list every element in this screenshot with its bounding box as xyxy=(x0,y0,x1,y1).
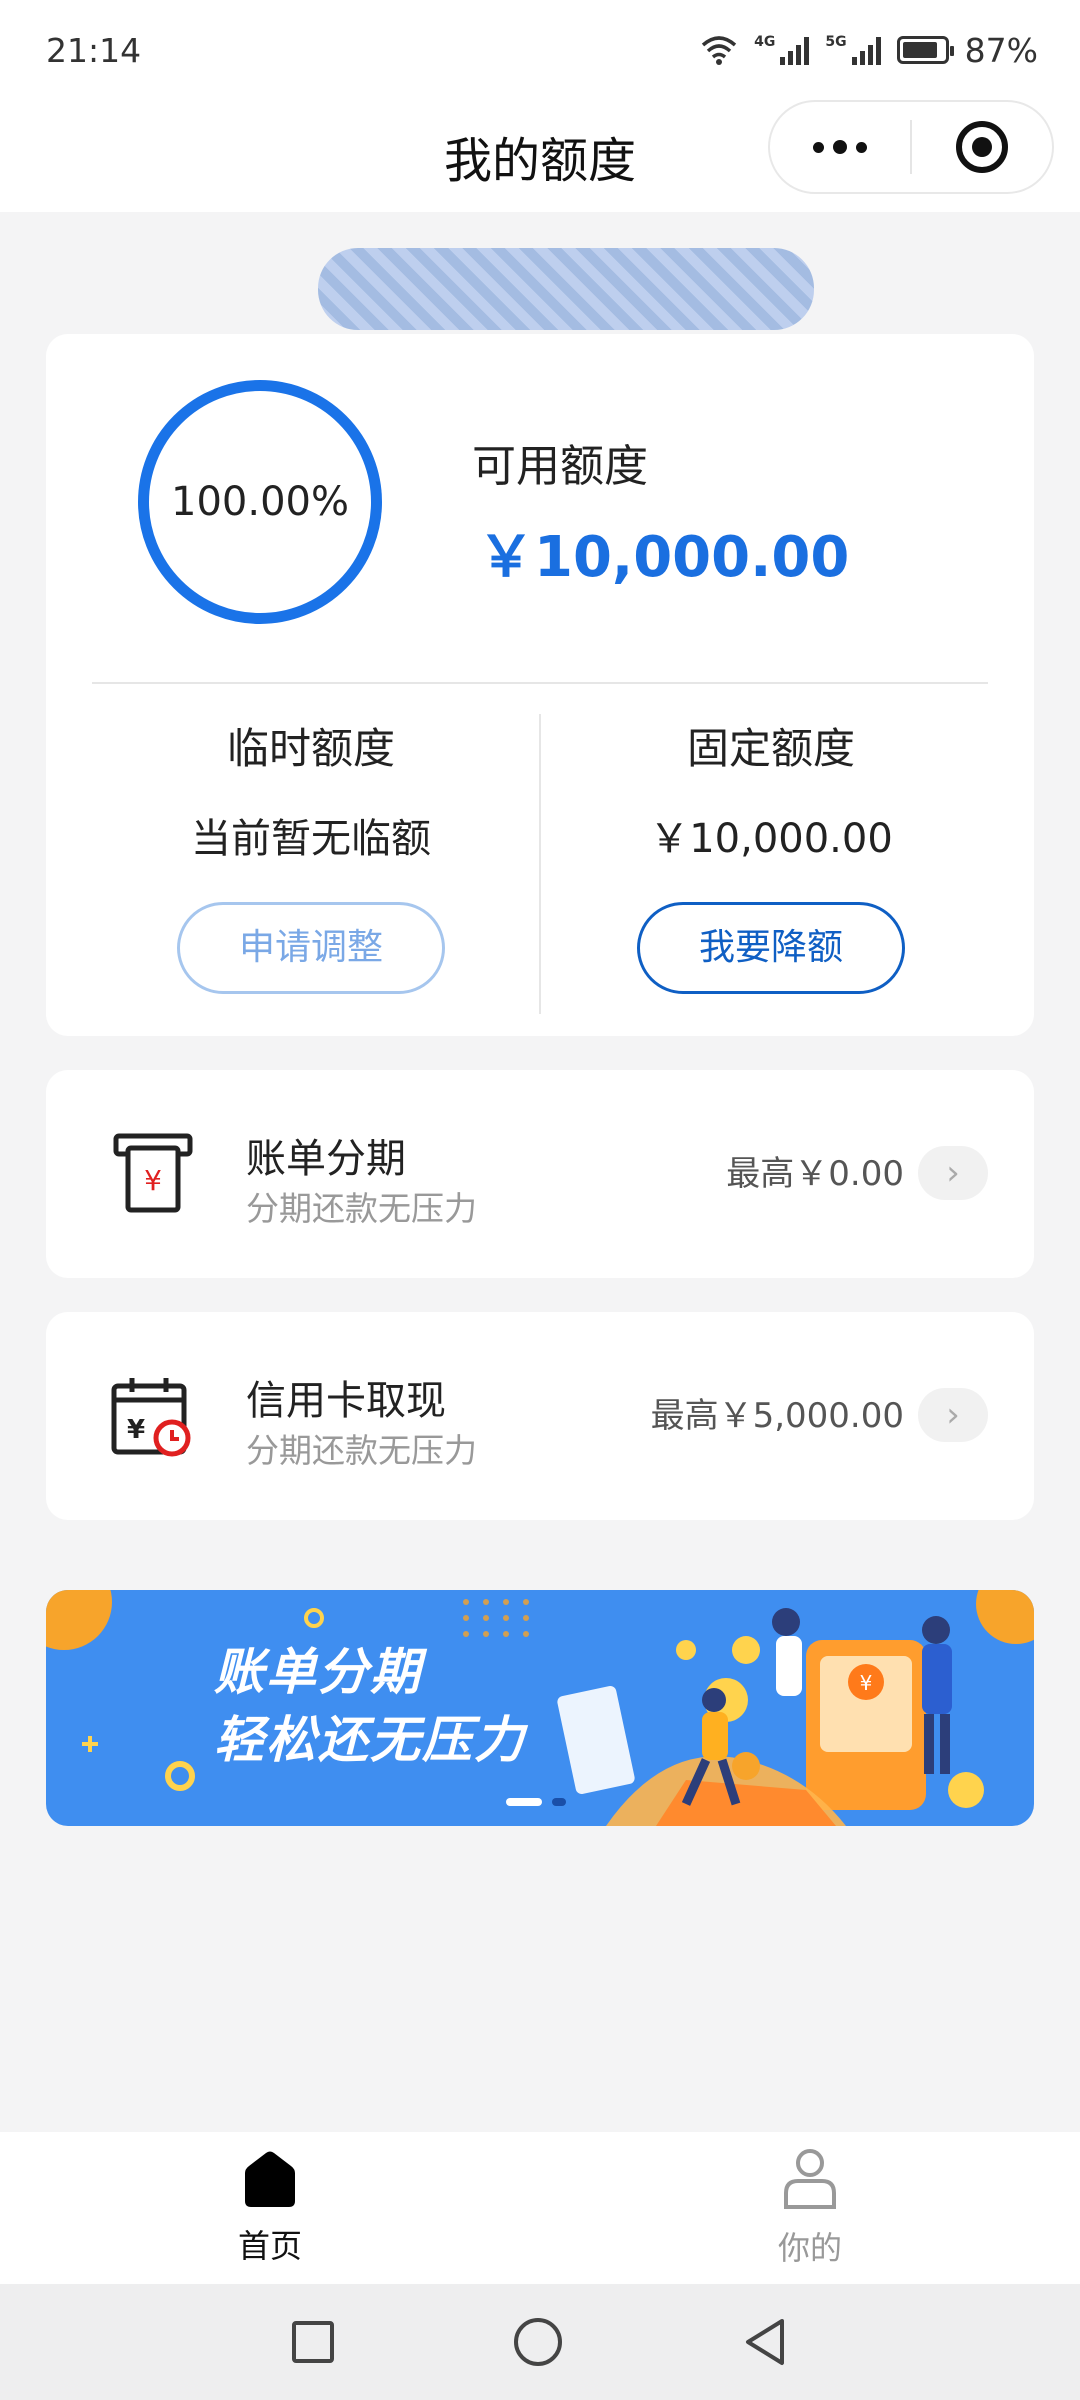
temporary-limit-section: 临时额度 当前暂无临额 申请调整 xyxy=(86,714,536,994)
more-dots-icon xyxy=(813,141,824,153)
service-subtitle: 分期还款无压力 xyxy=(246,1189,477,1228)
tab-mine[interactable]: 你的 xyxy=(540,2132,1080,2284)
bottom-tab-bar: 首页 你的 xyxy=(0,2132,1080,2284)
more-button[interactable] xyxy=(770,102,910,192)
service-subtitle: 分期还款无压力 xyxy=(246,1431,477,1470)
pagination-dot-active xyxy=(506,1798,542,1806)
available-limit-value: ￥10,000.00 xyxy=(478,525,850,590)
signal-4g-icon: 4G xyxy=(754,35,810,65)
recent-apps-button[interactable] xyxy=(292,2321,334,2363)
available-limit-label: 可用额度 xyxy=(472,441,648,492)
banner-text: 账单分期 轻松还无压力 xyxy=(214,1638,526,1774)
bill-installment-icon: ¥ xyxy=(113,1133,193,1213)
promo-banner[interactable]: ¥ 账单分期 轻松还无压力 xyxy=(46,1590,1034,1826)
fixed-limit-section: 固定额度 ￥10,000.00 我要降额 xyxy=(546,714,996,994)
home-icon xyxy=(245,2151,295,2207)
card-divider-horizontal xyxy=(92,682,988,684)
svg-text:¥: ¥ xyxy=(127,1415,145,1445)
cash-withdraw-icon: ¥ xyxy=(111,1378,191,1457)
status-bar: 21:14 4G 5G 87% xyxy=(0,0,1080,100)
fixed-limit-title: 固定额度 xyxy=(686,724,855,773)
target-icon xyxy=(956,121,1008,173)
chevron-right-icon[interactable]: › xyxy=(918,1146,988,1200)
chevron-right-icon[interactable]: › xyxy=(918,1388,988,1442)
status-time: 21:14 xyxy=(46,30,142,70)
mini-program-capsule xyxy=(768,100,1054,194)
banner-decoration: ¥ xyxy=(46,1590,1034,1826)
back-button[interactable] xyxy=(742,2317,788,2367)
svg-text:¥: ¥ xyxy=(144,1164,162,1197)
user-icon xyxy=(784,2149,836,2209)
apply-adjust-button[interactable]: 申请调整 xyxy=(177,902,445,994)
navigation-header: 我的额度 xyxy=(0,100,1080,212)
battery-percent: 87% xyxy=(964,30,1038,70)
reduce-limit-button[interactable]: 我要降额 xyxy=(637,902,905,994)
card-divider-vertical xyxy=(539,714,541,1014)
usage-percent: 100.00% xyxy=(171,479,349,525)
system-navigation-bar xyxy=(0,2284,1080,2400)
redacted-user-name xyxy=(318,248,814,330)
page-title: 我的额度 xyxy=(443,133,636,189)
fixed-limit-value: ￥10,000.00 xyxy=(649,816,893,862)
svg-text:¥: ¥ xyxy=(860,1671,873,1695)
home-button[interactable] xyxy=(514,2318,562,2366)
banner-line-2: 轻松还无压力 xyxy=(214,1711,526,1769)
limit-card: 100.00% 可用额度 ￥10,000.00 临时额度 当前暂无临额 申请调整… xyxy=(46,334,1034,1036)
signal-5g-icon: 5G xyxy=(825,35,881,65)
temporary-limit-title: 临时额度 xyxy=(226,724,395,773)
temporary-limit-value: 当前暂无临额 xyxy=(191,816,431,862)
battery-icon xyxy=(896,36,954,64)
service-item-cash-withdraw[interactable]: ¥ 信用卡取现 分期还款无压力 最高￥5,000.00 › xyxy=(46,1312,1034,1520)
service-amount: 最高￥5,000.00 xyxy=(650,1396,904,1436)
pagination-dot xyxy=(552,1798,566,1806)
wifi-icon xyxy=(702,36,737,65)
service-title: 账单分期 xyxy=(246,1136,406,1182)
usage-ring: 100.00% xyxy=(138,380,382,624)
service-item-bill-installment[interactable]: ¥ 账单分期 分期还款无压力 最高￥0.00 › xyxy=(46,1070,1034,1278)
banner-line-1: 账单分期 xyxy=(214,1643,422,1701)
tab-home-label: 首页 xyxy=(237,2227,302,2265)
status-icons: 4G 5G 87% xyxy=(700,31,1038,70)
service-title: 信用卡取现 xyxy=(246,1378,446,1424)
service-amount: 最高￥0.00 xyxy=(726,1154,904,1194)
close-miniprogram-button[interactable] xyxy=(912,102,1052,192)
tab-home[interactable]: 首页 xyxy=(0,2132,540,2284)
tab-mine-label: 你的 xyxy=(777,2229,842,2267)
banner-pagination xyxy=(506,1798,566,1806)
